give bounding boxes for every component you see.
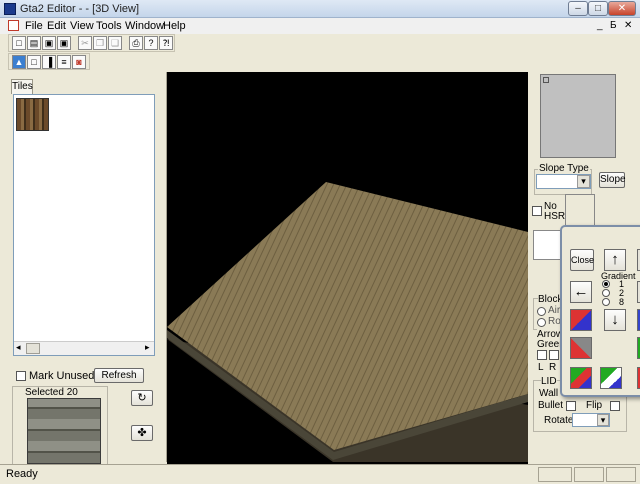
no-hsr-label: No HSR bbox=[544, 201, 566, 222]
slope-cube-4-icon[interactable] bbox=[600, 367, 622, 389]
scroll-right-arrow[interactable]: ▸ bbox=[145, 342, 150, 353]
slope-cube-3-icon[interactable] bbox=[570, 367, 592, 389]
arrow-up-icon[interactable]: ↑ bbox=[604, 249, 626, 271]
rotate-dropdown-icon[interactable]: ▾ bbox=[597, 414, 609, 426]
maximize-button[interactable]: □ bbox=[588, 1, 608, 16]
scroll-thumb[interactable] bbox=[26, 343, 40, 354]
mdi-minimize-button[interactable]: _ bbox=[597, 20, 603, 31]
main-toolbar: □ ▤ ▣ ▣ ✂ ❐ ❑ ⎙ ? ⁈ bbox=[8, 34, 175, 52]
tiles-list[interactable] bbox=[13, 94, 155, 356]
minimize-button[interactable]: – bbox=[568, 1, 588, 16]
tab-tiles[interactable]: Tiles bbox=[11, 79, 33, 94]
flip-checkbox[interactable] bbox=[610, 401, 620, 411]
preview-marker bbox=[543, 77, 549, 83]
context-help-icon[interactable]: ⁈ bbox=[159, 36, 173, 50]
slope-dropdown-icon[interactable]: ▾ bbox=[577, 175, 590, 188]
no-hsr-checkbox[interactable] bbox=[532, 206, 542, 216]
view-flat-icon[interactable]: ▐ bbox=[42, 55, 56, 69]
arrow-left-icon[interactable]: ← bbox=[570, 281, 592, 303]
r-label: R bbox=[549, 362, 557, 373]
view-3d-icon[interactable]: ▲ bbox=[12, 55, 26, 69]
status-pane-2 bbox=[574, 467, 604, 482]
mdi-restore-button[interactable]: Б bbox=[610, 20, 617, 31]
menu-view[interactable]: View bbox=[70, 20, 94, 32]
status-pane-1 bbox=[538, 467, 572, 482]
help-icon[interactable]: ? bbox=[144, 36, 158, 50]
menu-window[interactable]: Window bbox=[125, 20, 164, 32]
selected-label: Selected 20 bbox=[24, 387, 79, 398]
app-window-icon bbox=[4, 3, 16, 15]
road-label: Ro bbox=[548, 316, 561, 327]
arrow-down-icon[interactable]: ↓ bbox=[604, 309, 626, 331]
gradient-8-label: 8 bbox=[619, 297, 625, 307]
air-radio[interactable] bbox=[537, 307, 546, 316]
flip-label: Flip bbox=[586, 400, 603, 411]
block-small-preview bbox=[533, 230, 563, 260]
refresh-button[interactable]: Refresh bbox=[94, 368, 144, 383]
paste-icon[interactable]: ❑ bbox=[108, 36, 122, 50]
save-icon[interactable]: ▣ bbox=[42, 36, 56, 50]
view-2d-icon[interactable]: □ bbox=[27, 55, 41, 69]
l-label: L bbox=[538, 362, 544, 373]
new-icon[interactable]: □ bbox=[12, 36, 26, 50]
window-title: Gta2 Editor - - [3D View] bbox=[20, 3, 140, 15]
menu-bar: File Edit View Tools Window Help _ Б ✕ bbox=[0, 18, 640, 34]
close-tool-button[interactable]: Close bbox=[570, 249, 594, 271]
road-radio[interactable] bbox=[537, 318, 546, 327]
view-toolbar: ▲ □ ▐ ≡ ◙ bbox=[8, 53, 90, 70]
view-redblock-icon[interactable]: ◙ bbox=[72, 55, 86, 69]
slope-tool-window: Close ↑ Gradient 1 2 8 ← ↓ bbox=[560, 225, 640, 397]
status-pane-3 bbox=[606, 467, 636, 482]
arrow-right-checkbox[interactable] bbox=[549, 350, 559, 360]
slope-type-label: Slope Type bbox=[538, 163, 590, 174]
viewport-3d[interactable] bbox=[167, 72, 528, 464]
selected-tile-preview bbox=[27, 398, 101, 464]
status-bar: Ready bbox=[0, 464, 640, 484]
gradient-8-radio[interactable] bbox=[602, 298, 610, 306]
map-render bbox=[167, 182, 528, 462]
menu-help[interactable]: Help bbox=[163, 20, 186, 32]
hsr-preview bbox=[565, 194, 595, 226]
menu-edit[interactable]: Edit bbox=[47, 20, 66, 32]
rotate-label: Rotate bbox=[544, 415, 574, 426]
block-label: Block bbox=[538, 294, 563, 305]
menu-file[interactable]: File bbox=[25, 20, 43, 32]
air-label: Air bbox=[548, 305, 561, 316]
gradient-1-dot bbox=[604, 282, 608, 286]
menu-tools[interactable]: Tools bbox=[96, 20, 122, 32]
tile-thumbnail[interactable] bbox=[16, 98, 49, 131]
copy-icon[interactable]: ❐ bbox=[93, 36, 107, 50]
view-grid-icon[interactable]: ≡ bbox=[57, 55, 71, 69]
document-icon[interactable] bbox=[8, 20, 19, 31]
rotate-tile-button[interactable]: ↻ bbox=[131, 390, 153, 406]
status-text: Ready bbox=[6, 468, 38, 480]
print-icon[interactable]: ⎙ bbox=[129, 36, 143, 50]
lid-label: LID bbox=[541, 376, 557, 387]
open-icon[interactable]: ▤ bbox=[27, 36, 41, 50]
slope-cube-1-icon[interactable] bbox=[570, 309, 592, 331]
scroll-left-arrow[interactable]: ◂ bbox=[16, 342, 21, 353]
title-bar: Gta2 Editor - - [3D View] – □ ✕ bbox=[0, 0, 640, 18]
arrow-left-checkbox[interactable] bbox=[537, 350, 547, 360]
mark-unused-checkbox[interactable] bbox=[16, 371, 26, 381]
slope-button[interactable]: Slope bbox=[599, 172, 626, 188]
close-button[interactable]: ✕ bbox=[608, 1, 636, 16]
gradient-2-radio[interactable] bbox=[602, 289, 610, 297]
bullet-checkbox[interactable] bbox=[566, 401, 576, 411]
cut-icon[interactable]: ✂ bbox=[78, 36, 92, 50]
save-all-icon[interactable]: ▣ bbox=[57, 36, 71, 50]
wall-label: Wall bbox=[539, 388, 559, 399]
bullet-label: Bullet bbox=[538, 400, 564, 411]
mdi-close-button[interactable]: ✕ bbox=[624, 20, 632, 31]
move-tile-button[interactable]: ✤ bbox=[131, 425, 153, 441]
block-preview bbox=[540, 74, 616, 158]
slope-cube-2-icon[interactable] bbox=[570, 337, 592, 359]
